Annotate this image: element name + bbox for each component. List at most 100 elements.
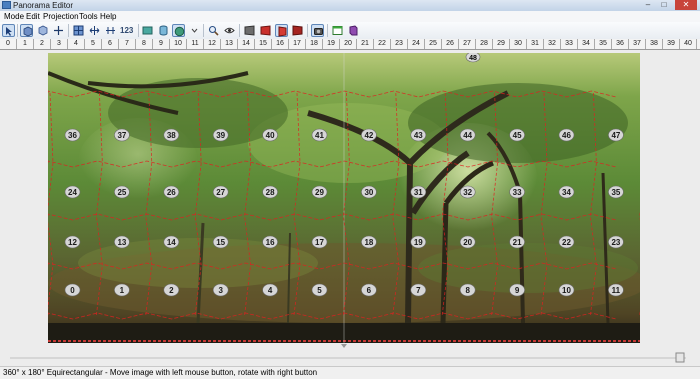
image-label[interactable]: 24 — [65, 186, 80, 198]
cube-view-button[interactable] — [36, 24, 49, 37]
cube-face-4-button[interactable] — [291, 24, 304, 37]
image-label-text: 44 — [463, 131, 472, 140]
image-label[interactable]: 19 — [411, 236, 426, 248]
minimize-button[interactable]: – — [640, 0, 656, 10]
preview-button[interactable] — [223, 24, 236, 37]
image-label-text: 41 — [315, 131, 324, 140]
image-label[interactable]: 30 — [361, 186, 376, 198]
image-label[interactable]: 26 — [164, 186, 179, 198]
equirectangular-panorama[interactable]: 3637383940414243444546472425262728293031… — [48, 53, 640, 343]
cube-face-2-button[interactable] — [259, 24, 272, 37]
camera-button[interactable] — [311, 24, 324, 37]
image-label[interactable]: 46 — [559, 129, 574, 141]
image-label[interactable]: 37 — [114, 129, 129, 141]
image-label-text: 14 — [167, 238, 176, 247]
image-label[interactable]: 31 — [411, 186, 426, 198]
spread-icon — [105, 25, 116, 36]
numbering-button[interactable]: 123 — [120, 24, 133, 37]
image-label[interactable]: 47 — [608, 129, 623, 141]
sphere-projection-button[interactable] — [172, 24, 185, 37]
image-label[interactable]: 18 — [361, 236, 376, 248]
image-label[interactable]: 21 — [510, 236, 525, 248]
image-label[interactable]: 11 — [608, 284, 623, 296]
image-label[interactable]: 35 — [608, 186, 623, 198]
window-button[interactable] — [331, 24, 344, 37]
image-label[interactable]: 25 — [114, 186, 129, 198]
image-label-text: 11 — [612, 286, 621, 295]
image-label-text: 0 — [70, 286, 75, 295]
image-label-text: 6 — [367, 286, 372, 295]
image-label[interactable]: 4 — [263, 284, 278, 296]
image-label[interactable]: 3 — [213, 284, 228, 296]
image-label-text: 29 — [315, 188, 324, 197]
cylinder-projection-button[interactable] — [157, 24, 170, 37]
image-label-text: 37 — [117, 131, 126, 140]
image-label[interactable]: 43 — [411, 129, 426, 141]
image-label[interactable]: 14 — [164, 236, 179, 248]
image-label[interactable]: 7 — [411, 284, 426, 296]
top-image-label[interactable]: 48 — [466, 53, 480, 62]
ruler-tick: 19 — [323, 39, 340, 49]
image-label[interactable]: 13 — [114, 236, 129, 248]
image-label[interactable]: 42 — [361, 129, 376, 141]
image-label[interactable]: 2 — [164, 284, 179, 296]
menu-projection[interactable]: Projection — [42, 11, 80, 22]
image-label-text: 16 — [266, 238, 275, 247]
image-label[interactable]: 8 — [460, 284, 475, 296]
image-label[interactable]: 12 — [65, 236, 80, 248]
menu-tools[interactable]: Tools — [78, 11, 99, 22]
projection-dropdown[interactable] — [188, 24, 201, 37]
image-label[interactable]: 23 — [608, 236, 623, 248]
cube-face-3-button[interactable] — [275, 24, 288, 37]
close-button[interactable]: ✕ — [675, 0, 697, 10]
image-label[interactable]: 36 — [65, 129, 80, 141]
image-label[interactable]: 34 — [559, 186, 574, 198]
panorama-canvas[interactable]: 3637383940414243444546472425262728293031… — [0, 50, 700, 344]
toolbar-separator — [239, 24, 240, 37]
cube-face-1-button[interactable] — [243, 24, 256, 37]
image-label[interactable]: 44 — [460, 129, 475, 141]
grid-tool-button[interactable] — [72, 24, 85, 37]
image-label[interactable]: 10 — [559, 284, 574, 296]
image-label[interactable]: 32 — [460, 186, 475, 198]
menu-mode[interactable]: Mode — [3, 11, 25, 22]
image-label[interactable]: 1 — [114, 284, 129, 296]
image-label[interactable]: 6 — [361, 284, 376, 296]
image-label[interactable]: 17 — [312, 236, 327, 248]
panorama-image: 3637383940414243444546472425262728293031… — [48, 53, 640, 343]
cube-mode-button[interactable] — [20, 24, 33, 37]
image-label[interactable]: 39 — [213, 129, 228, 141]
book-button[interactable] — [347, 24, 360, 37]
image-label[interactable]: 0 — [65, 284, 80, 296]
image-label[interactable]: 29 — [312, 186, 327, 198]
image-label[interactable]: 20 — [460, 236, 475, 248]
rect-projection-button[interactable] — [141, 24, 154, 37]
image-label-text: 18 — [364, 238, 373, 247]
toolbar-separator — [68, 24, 69, 37]
image-label[interactable]: 45 — [510, 129, 525, 141]
image-label[interactable]: 40 — [263, 129, 278, 141]
image-label[interactable]: 9 — [510, 284, 525, 296]
image-label[interactable]: 27 — [213, 186, 228, 198]
ruler-tick: 33 — [561, 39, 578, 49]
image-label-text: 12 — [68, 238, 77, 247]
image-label[interactable]: 5 — [312, 284, 327, 296]
menu-edit[interactable]: Edit — [25, 11, 41, 22]
bottom-scroll-track[interactable] — [0, 344, 700, 366]
image-label[interactable]: 15 — [213, 236, 228, 248]
image-label[interactable]: 16 — [263, 236, 278, 248]
fit-tool-button[interactable] — [88, 24, 101, 37]
image-label[interactable]: 41 — [312, 129, 327, 141]
ruler-tick: 29 — [493, 39, 510, 49]
move-tool-button[interactable] — [52, 24, 65, 37]
ruler-tick: 9 — [153, 39, 170, 49]
menu-help[interactable]: Help — [99, 11, 117, 22]
zoom-tool-button[interactable] — [207, 24, 220, 37]
maximize-button[interactable]: □ — [656, 0, 672, 10]
image-label[interactable]: 33 — [510, 186, 525, 198]
spread-tool-button[interactable] — [104, 24, 117, 37]
image-label[interactable]: 22 — [559, 236, 574, 248]
image-label[interactable]: 28 — [263, 186, 278, 198]
image-label[interactable]: 38 — [164, 129, 179, 141]
select-mode-button[interactable] — [2, 24, 15, 37]
